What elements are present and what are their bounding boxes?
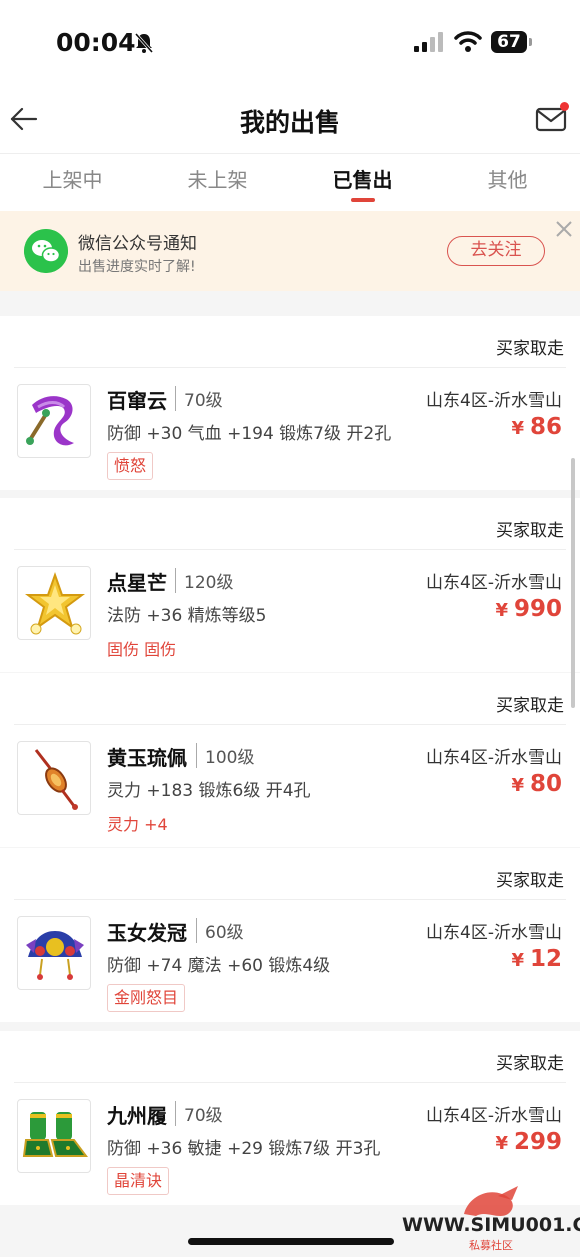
item-price: ¥299 — [495, 1129, 562, 1155]
price-value: 12 — [529, 946, 562, 972]
item-image — [17, 916, 91, 990]
item-tag: 愤怒 — [107, 452, 154, 480]
wifi-icon — [454, 31, 482, 52]
navbar: 我的出售 — [0, 88, 580, 153]
item-name: 点星芒 — [107, 571, 167, 595]
follow-button[interactable]: 去关注 — [447, 236, 545, 266]
price-value: 299 — [513, 1129, 562, 1155]
list-item[interactable]: 买家取走 百窜云 70级 山东4区-沂水雪山 防御 +30 气血 +194 锻炼… — [0, 316, 580, 490]
bell-slash-icon — [134, 33, 154, 53]
price-value: 990 — [513, 596, 562, 622]
tab-bar: 上架中 未上架 已售出 其他 — [0, 153, 580, 211]
item-status: 买家取走 — [496, 871, 564, 891]
item-server: 山东4区-沂水雪山 — [426, 1106, 562, 1126]
item-tag: 金刚怒目 — [107, 984, 186, 1012]
item-attributes: 防御 +74 魔法 +60 锻炼4级 — [107, 956, 331, 976]
item-price: ¥86 — [511, 414, 562, 440]
wechat-notice-banner: 微信公众号通知 出售进度实时了解! 去关注 — [0, 211, 580, 291]
item-status: 买家取走 — [496, 1054, 564, 1074]
tab-sold[interactable]: 已售出 — [290, 154, 435, 211]
item-image — [17, 566, 91, 640]
list-item[interactable]: 买家取走 黄玉琉佩 100级 山东4区-沂水雪山 灵力 +183 锻炼6级 开4… — [0, 673, 580, 847]
item-server: 山东4区-沂水雪山 — [426, 573, 562, 593]
item-price: ¥80 — [511, 771, 562, 797]
list-item[interactable]: 买家取走 九州履 70级 山东4区-沂水雪山 防御 +36 敏捷 +29 锻炼7… — [0, 1031, 580, 1205]
item-server: 山东4区-沂水雪山 — [426, 923, 562, 943]
divider — [14, 724, 566, 725]
item-attributes: 防御 +30 气血 +194 锻炼7级 开2孔 — [107, 424, 392, 444]
divider — [14, 1082, 566, 1083]
price-value: 80 — [529, 771, 562, 797]
divider — [14, 367, 566, 368]
item-level: 100级 — [196, 743, 254, 768]
item-tag: 晶清诀 — [107, 1167, 170, 1195]
close-icon[interactable] — [553, 218, 575, 240]
item-name: 百窜云 — [107, 389, 167, 413]
home-indicator[interactable] — [188, 1238, 394, 1245]
item-server: 山东4区-沂水雪山 — [426, 748, 562, 768]
item-image — [17, 1099, 91, 1173]
item-status: 买家取走 — [496, 696, 564, 716]
notice-title: 微信公众号通知 — [78, 234, 197, 254]
divider — [14, 549, 566, 550]
status-time: 00:04 — [56, 28, 136, 57]
list-item[interactable]: 买家取走 点星芒 120级 山东4区-沂水雪山 法防 +36 精炼等级5 ¥99… — [0, 498, 580, 672]
item-tag: 灵力 +4 — [107, 815, 168, 834]
status-bar: 00:04 67 — [0, 0, 580, 88]
item-attributes: 灵力 +183 锻炼6级 开4孔 — [107, 781, 311, 801]
watermark-text: WWW.SIMU001.CN — [402, 1214, 580, 1236]
item-image — [17, 741, 91, 815]
item-tag: 固伤 固伤 — [107, 640, 177, 659]
list-item[interactable]: 买家取走 玉女发冠 60级 山东4区-沂水雪山 防御 +74 魔法 +60 锻炼… — [0, 848, 580, 1022]
notice-subtitle: 出售进度实时了解! — [78, 259, 196, 275]
tab-underline — [350, 198, 375, 202]
tab-sold-label: 已售出 — [332, 168, 393, 192]
item-status: 买家取走 — [496, 339, 564, 359]
currency-symbol: ¥ — [511, 418, 524, 439]
signal-icon — [414, 32, 443, 52]
currency-symbol: ¥ — [511, 950, 524, 971]
item-name: 九州履 — [107, 1104, 167, 1128]
tab-other[interactable]: 其他 — [435, 154, 580, 211]
item-server: 山东4区-沂水雪山 — [426, 391, 562, 411]
item-price: ¥12 — [511, 946, 562, 972]
item-name: 黄玉琉佩 — [107, 746, 187, 770]
item-image — [17, 384, 91, 458]
wechat-icon — [24, 229, 68, 273]
item-level: 70级 — [175, 1101, 223, 1126]
page-title: 我的出售 — [239, 108, 340, 137]
battery-indicator: 67 — [491, 31, 527, 53]
watermark-subtitle: 私募社区 — [469, 1239, 513, 1252]
currency-symbol: ¥ — [495, 1133, 508, 1154]
item-attributes: 防御 +36 敏捷 +29 锻炼7级 开3孔 — [107, 1139, 381, 1159]
item-name: 玉女发冠 — [107, 921, 187, 945]
item-status: 买家取走 — [496, 521, 564, 541]
currency-symbol: ¥ — [495, 600, 508, 621]
item-level: 120级 — [175, 568, 233, 593]
tab-listed[interactable]: 上架中 — [0, 154, 145, 211]
currency-symbol: ¥ — [511, 775, 524, 796]
tab-unlisted[interactable]: 未上架 — [145, 154, 290, 211]
item-attributes: 法防 +36 精炼等级5 — [107, 606, 267, 626]
notification-dot — [560, 102, 569, 111]
price-value: 86 — [529, 414, 562, 440]
divider — [14, 899, 566, 900]
item-level: 70级 — [175, 386, 223, 411]
scrollbar[interactable] — [571, 458, 575, 708]
item-level: 60级 — [196, 918, 244, 943]
item-price: ¥990 — [495, 596, 562, 622]
battery-tip — [529, 38, 532, 46]
